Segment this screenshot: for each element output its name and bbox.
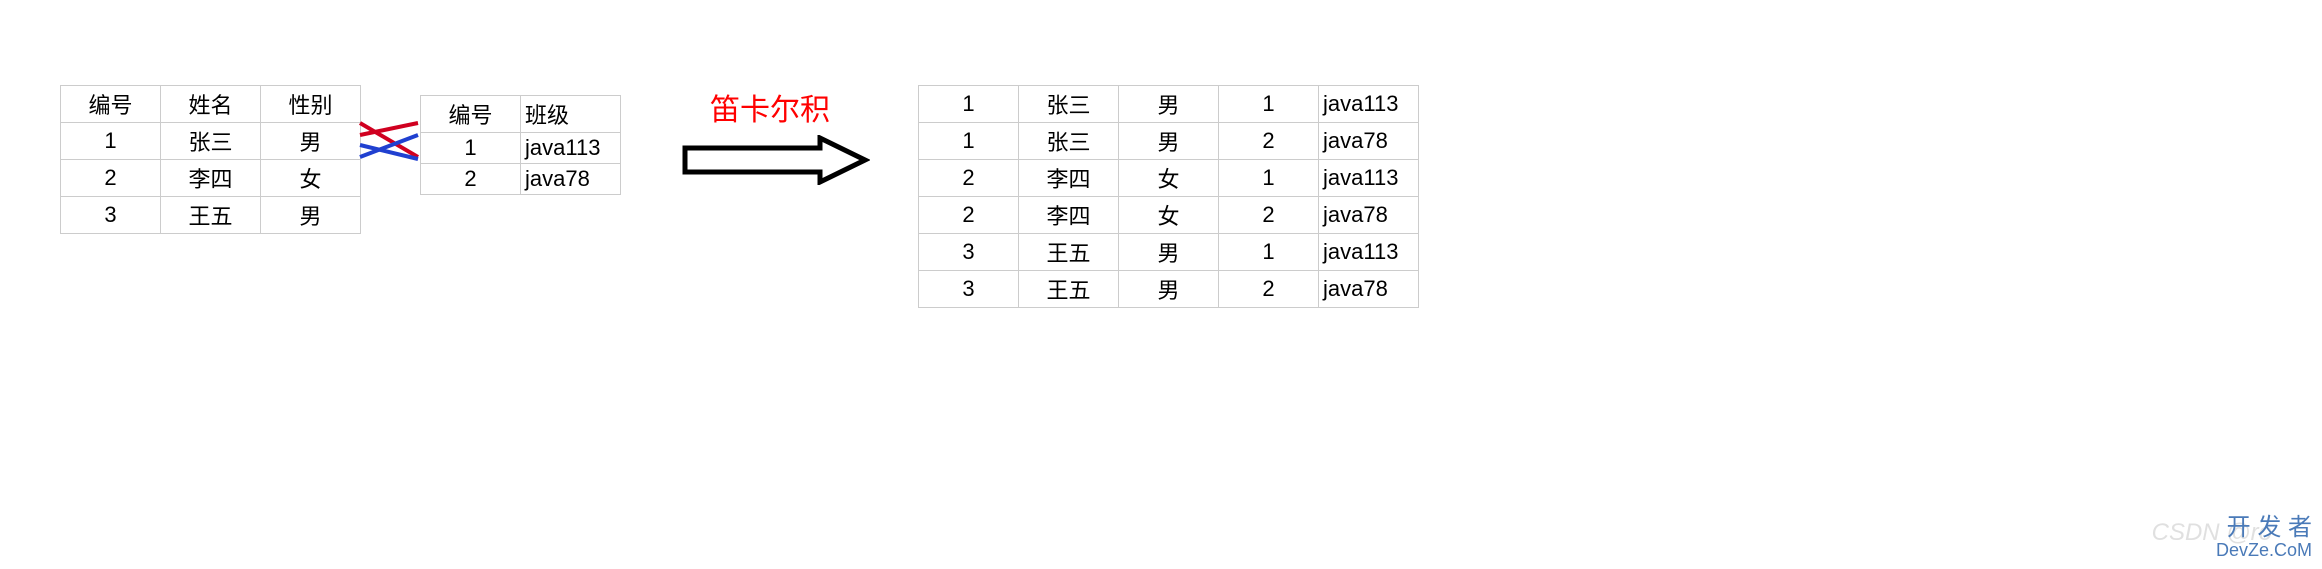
cell-id: 1 bbox=[421, 133, 521, 164]
cell-class: java78 bbox=[1319, 271, 1419, 308]
watermark-devze: 开 发 者 DevZe.CoM bbox=[2216, 515, 2312, 561]
watermark-cn: 开 发 者 bbox=[2216, 515, 2312, 541]
cell-gender: 男 bbox=[1119, 86, 1219, 123]
left-table-persons: 编号 姓名 性别 1 张三 男 2 李四 女 3 王五 男 bbox=[60, 85, 361, 234]
cell-name: 李四 bbox=[161, 160, 261, 197]
header-class: 班级 bbox=[521, 96, 621, 133]
cell-gender: 男 bbox=[1119, 271, 1219, 308]
table-row: 3 王五 男 2 java78 bbox=[919, 271, 1419, 308]
header-gender: 性别 bbox=[261, 86, 361, 123]
header-id: 编号 bbox=[61, 86, 161, 123]
cell-class: java113 bbox=[521, 133, 621, 164]
table-row: 3 王五 男 bbox=[61, 197, 361, 234]
cell-id: 3 bbox=[919, 271, 1019, 308]
cell-id: 1 bbox=[61, 123, 161, 160]
cell-gender: 女 bbox=[1119, 197, 1219, 234]
cell-name: 李四 bbox=[1019, 160, 1119, 197]
header-name: 姓名 bbox=[161, 86, 261, 123]
result-table-cartesian: 1 张三 男 1 java113 1 张三 男 2 java78 2 李四 女 … bbox=[918, 85, 1419, 308]
cell-gender: 女 bbox=[1119, 160, 1219, 197]
cell-gender: 男 bbox=[261, 197, 361, 234]
cell-name: 王五 bbox=[1019, 234, 1119, 271]
cell-gender: 男 bbox=[1119, 234, 1219, 271]
cell-class: java113 bbox=[1319, 160, 1419, 197]
cell-class: java78 bbox=[1319, 123, 1419, 160]
cell-id: 3 bbox=[919, 234, 1019, 271]
table-row: 2 李四 女 2 java78 bbox=[919, 197, 1419, 234]
table-row: 2 李四 女 bbox=[61, 160, 361, 197]
cell-class-id: 1 bbox=[1219, 160, 1319, 197]
cell-name: 王五 bbox=[161, 197, 261, 234]
cell-gender: 男 bbox=[261, 123, 361, 160]
cell-class-id: 1 bbox=[1219, 234, 1319, 271]
table-header-row: 编号 姓名 性别 bbox=[61, 86, 361, 123]
cell-name: 张三 bbox=[1019, 123, 1119, 160]
table-row: 1 张三 男 bbox=[61, 123, 361, 160]
cell-class: java113 bbox=[1319, 86, 1419, 123]
cell-id: 1 bbox=[919, 123, 1019, 160]
arrow-icon bbox=[680, 135, 870, 185]
table-row: 2 李四 女 1 java113 bbox=[919, 160, 1419, 197]
cell-class-id: 2 bbox=[1219, 197, 1319, 234]
table-row: 1 java113 bbox=[421, 133, 621, 164]
cell-gender: 女 bbox=[261, 160, 361, 197]
cell-id: 2 bbox=[919, 160, 1019, 197]
cell-class-id: 2 bbox=[1219, 123, 1319, 160]
cell-id: 3 bbox=[61, 197, 161, 234]
cell-name: 张三 bbox=[1019, 86, 1119, 123]
diagram-title: 笛卡尔积 bbox=[710, 85, 830, 129]
cell-class: java78 bbox=[1319, 197, 1419, 234]
cell-class-id: 2 bbox=[1219, 271, 1319, 308]
right-table-classes: 编号 班级 1 java113 2 java78 bbox=[420, 95, 621, 195]
cell-gender: 男 bbox=[1119, 123, 1219, 160]
cell-id: 1 bbox=[919, 86, 1019, 123]
cell-name: 李四 bbox=[1019, 197, 1119, 234]
table-row: 1 张三 男 1 java113 bbox=[919, 86, 1419, 123]
cell-id: 2 bbox=[421, 164, 521, 195]
table-header-row: 编号 班级 bbox=[421, 96, 621, 133]
table-row: 3 王五 男 1 java113 bbox=[919, 234, 1419, 271]
header-id: 编号 bbox=[421, 96, 521, 133]
cross-connection-icon bbox=[358, 115, 428, 165]
cell-class: java78 bbox=[521, 164, 621, 195]
cell-name: 王五 bbox=[1019, 271, 1119, 308]
table-row: 1 张三 男 2 java78 bbox=[919, 123, 1419, 160]
cell-class: java113 bbox=[1319, 234, 1419, 271]
watermark-en: DevZe.CoM bbox=[2216, 541, 2312, 561]
cell-id: 2 bbox=[919, 197, 1019, 234]
cell-name: 张三 bbox=[161, 123, 261, 160]
table-row: 2 java78 bbox=[421, 164, 621, 195]
cell-class-id: 1 bbox=[1219, 86, 1319, 123]
cell-id: 2 bbox=[61, 160, 161, 197]
